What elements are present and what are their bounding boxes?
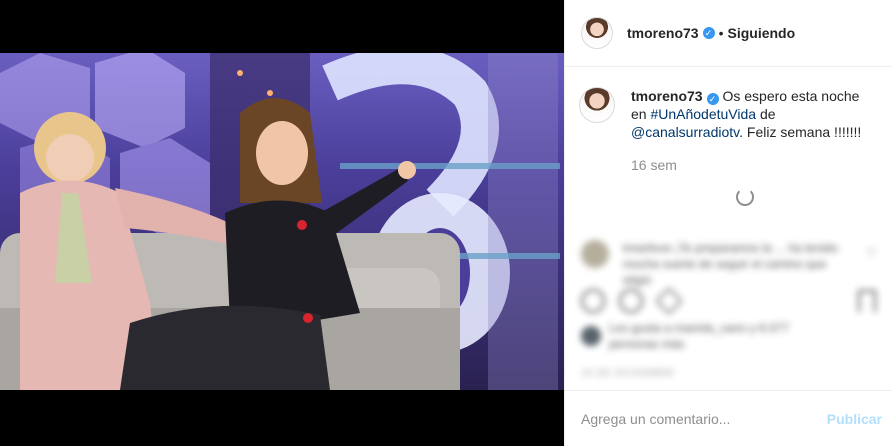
publish-button[interactable]: Publicar: [827, 411, 882, 427]
caption-hashtag[interactable]: #UnAñodetuVida: [650, 106, 756, 122]
likes-text[interactable]: Les gusta a mariola_cano y 6.077 persona…: [609, 320, 839, 352]
verified-icon: ✓: [702, 27, 715, 39]
likes-avatar: [581, 326, 601, 346]
bookmark-icon[interactable]: [858, 290, 876, 312]
caption-avatar[interactable]: [579, 87, 615, 123]
comment-heart-icon: ♡: [866, 246, 877, 260]
comment-avatar: [581, 240, 609, 268]
caption-text-mid: de: [756, 106, 776, 122]
add-comment-bar: Publicar: [565, 390, 892, 446]
post-media: [0, 0, 564, 446]
share-icon[interactable]: [655, 287, 683, 315]
comment-item: tmarilove ¡Te preparamos la ... ha tenid…: [581, 240, 877, 288]
post-date: 16 DE DICIEMBRE: [581, 368, 675, 379]
comment-text: tmarilove ¡Te preparamos la ... ha tenid…: [623, 241, 838, 287]
instagram-post: tmoreno73 ✓ • Siguiendo tmoreno73 ✓ Os es…: [0, 0, 892, 446]
separator-dot: •: [718, 25, 724, 41]
caption-text-after: . Feliz semana !!!!!!!: [739, 124, 862, 140]
heart-icon[interactable]: [581, 289, 605, 313]
post-header: tmoreno73 ✓ • Siguiendo: [565, 0, 892, 67]
likes-summary: Les gusta a mariola_cano y 6.077 persona…: [581, 320, 839, 352]
caption-mention[interactable]: @canalsurradiotv: [631, 124, 739, 140]
action-bar: [581, 287, 683, 315]
following-button[interactable]: Siguiendo: [727, 25, 795, 41]
caption-username[interactable]: tmoreno73: [631, 88, 703, 104]
post-photo[interactable]: [0, 53, 564, 390]
photo-illustration: [0, 53, 560, 390]
comment-icon[interactable]: [619, 289, 643, 313]
caption-verified-icon: ✓: [706, 93, 719, 105]
caption-text: tmoreno73 ✓ Os espero esta noche en #UnAñ…: [631, 87, 876, 141]
caption-timestamp[interactable]: 16 sem: [631, 157, 892, 173]
post-caption: tmoreno73 ✓ Os espero esta noche en #UnAñ…: [565, 67, 892, 141]
comment-input[interactable]: [581, 410, 811, 427]
post-side-panel: tmoreno73 ✓ • Siguiendo tmoreno73 ✓ Os es…: [564, 0, 892, 446]
loading-spinner-icon: [736, 188, 754, 206]
header-username[interactable]: tmoreno73: [627, 25, 699, 41]
profile-avatar[interactable]: [581, 17, 613, 49]
